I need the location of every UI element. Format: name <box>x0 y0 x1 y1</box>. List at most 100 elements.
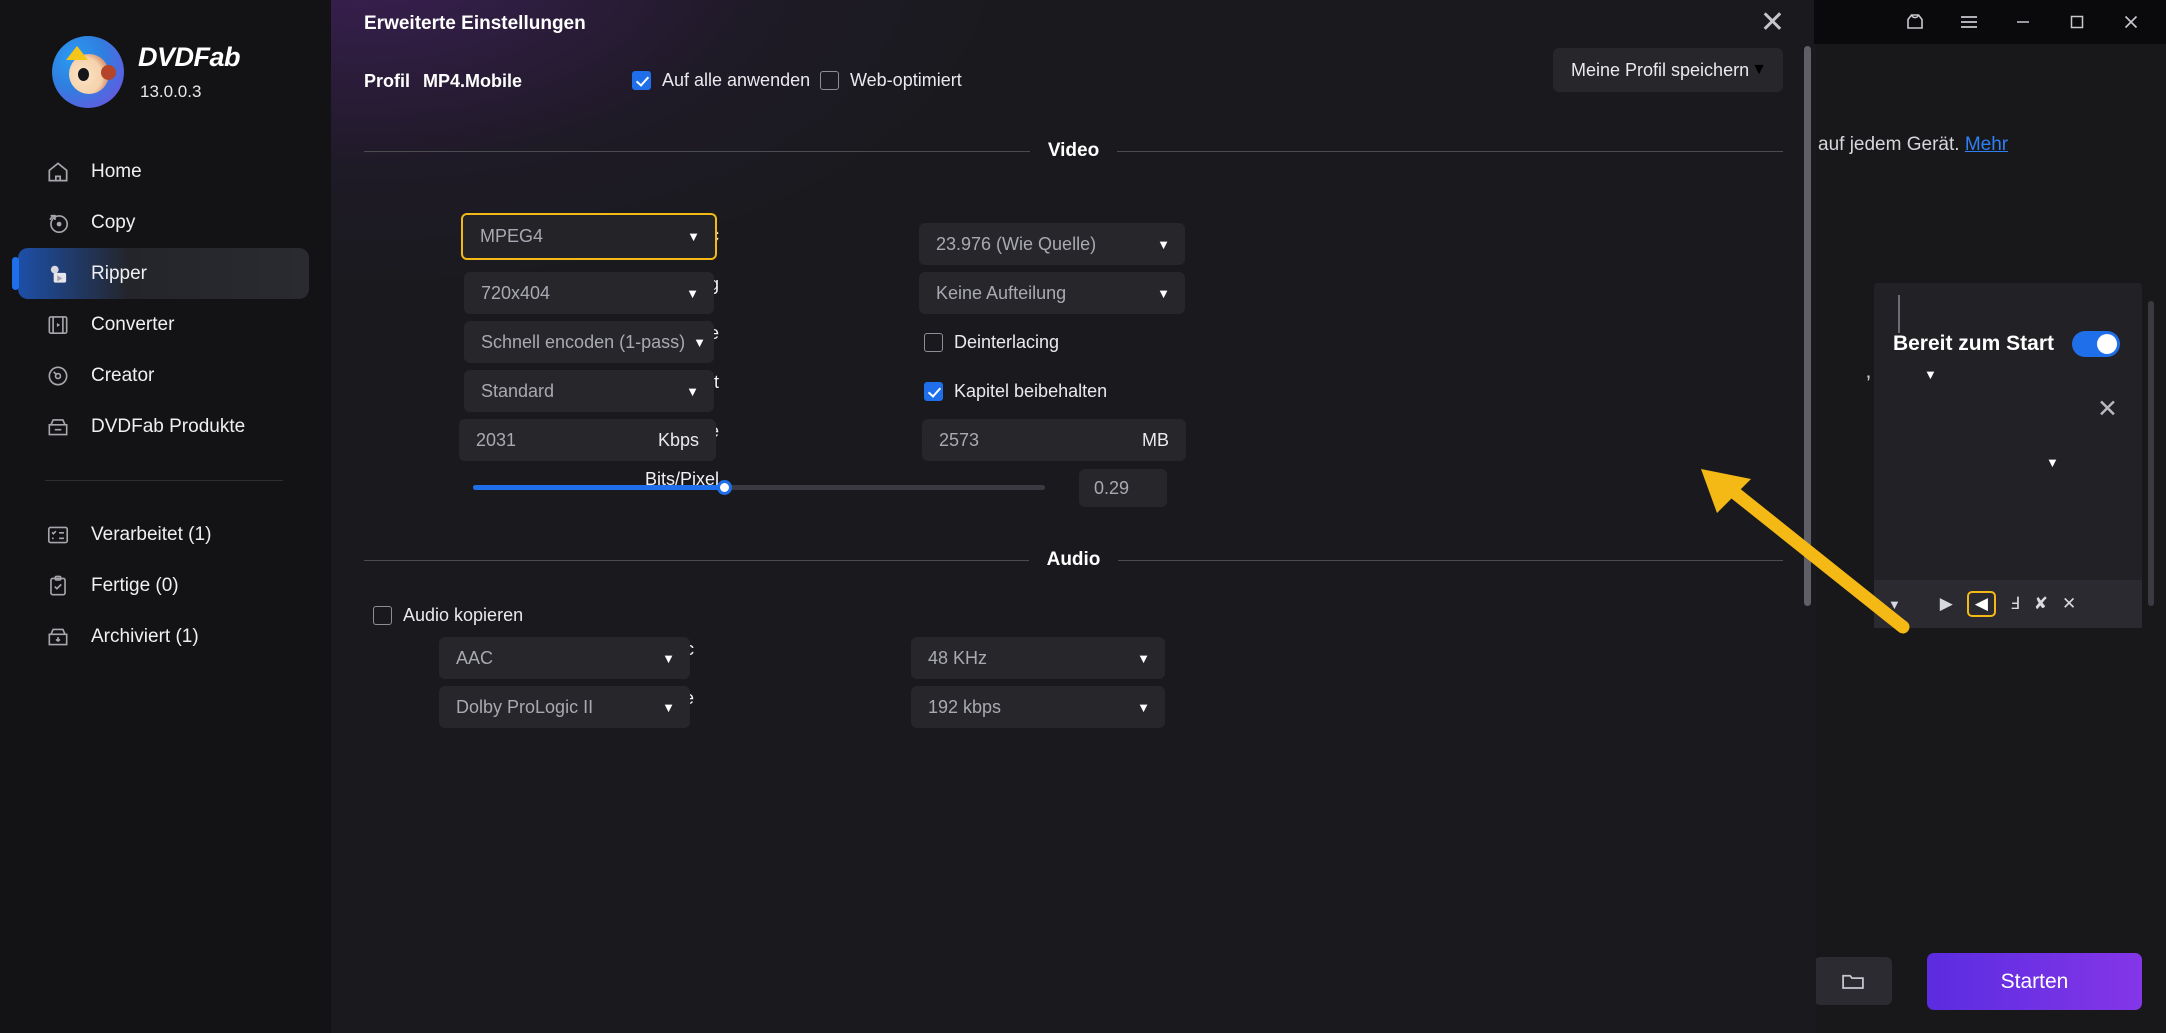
crop-icon[interactable]: ✘ <box>2034 594 2048 614</box>
sidebar-item-fertige[interactable]: Fertige (0) <box>0 560 309 611</box>
chevron-down-icon: ▼ <box>1137 700 1150 715</box>
audio-section-title: Audio <box>1047 549 1101 571</box>
card-toolbar: ▼ ▶ ◀ Ⅎ ✘ ✕ <box>1874 580 2142 628</box>
video-quality-value: Standard <box>481 381 554 402</box>
video-bitrate-input[interactable]: 2031 Kbps <box>459 419 716 461</box>
video-quality-dropdown[interactable]: Standard ▼ <box>464 370 714 412</box>
card-select-caret-1[interactable]: ▼ <box>1924 366 1937 384</box>
apply-to-all-label: Auf alle anwenden <box>662 70 810 91</box>
bits-per-pixel-input[interactable]: 0.29 <box>1079 469 1167 507</box>
video-framerate-dropdown[interactable]: 23.976 (Wie Quelle) ▼ <box>919 223 1185 265</box>
text-cursor-mark <box>1898 295 1900 333</box>
maximize-icon[interactable] <box>2064 9 2090 35</box>
dialog-scrollbar[interactable] <box>1804 46 1811 606</box>
deinterlacing-checkbox[interactable] <box>924 333 943 352</box>
chevron-down-icon: ▼ <box>1157 286 1170 301</box>
audio-codec-dropdown[interactable]: AAC ▼ <box>439 637 690 679</box>
card-remove-icon[interactable]: ✕ <box>2097 394 2118 424</box>
card-select-caret-2[interactable]: ▼ <box>2046 455 2059 470</box>
task-list-icon <box>45 522 71 548</box>
save-profile-button[interactable]: Meine Profil speichern ▼ <box>1553 48 1783 92</box>
toolbar-caret-icon[interactable]: ▼ <box>1888 597 1901 612</box>
sidebar-item-dvdfab-produkte[interactable]: DVDFab Produkte <box>0 401 309 452</box>
video-split-dropdown[interactable]: Keine Aufteilung ▼ <box>919 272 1185 314</box>
audio-samplerate-value: 48 KHz <box>928 648 987 669</box>
web-optimized-checkbox[interactable] <box>820 71 839 90</box>
sidebar-nav: Home Copy Ripper Converter Creator <box>0 146 331 662</box>
disc-copy-icon <box>45 210 71 236</box>
video-framerate-value: 23.976 (Wie Quelle) <box>936 234 1096 255</box>
video-codec-dropdown[interactable]: MPEG4 ▼ <box>461 213 717 260</box>
copy-audio-checkbox[interactable] <box>373 606 392 625</box>
audio-bitrate-dropdown[interactable]: 192 kbps ▼ <box>911 686 1165 728</box>
sidebar-item-copy[interactable]: Copy <box>0 197 309 248</box>
sidebar-item-label: Home <box>91 161 142 183</box>
sidebar-item-verarbeitet[interactable]: Verarbeitet (1) <box>0 509 309 560</box>
app-version: 13.0.0.3 <box>138 82 240 102</box>
close-icon[interactable] <box>2118 9 2144 35</box>
chevron-down-icon: ▼ <box>1751 61 1767 79</box>
deinterlacing-checkbox-row[interactable]: Deinterlacing <box>924 332 1059 353</box>
subtitle-icon[interactable]: Ⅎ <box>2010 594 2020 614</box>
keep-chapters-checkbox-row[interactable]: Kapitel beibehalten <box>924 381 1107 402</box>
remove-icon[interactable]: ✕ <box>2062 594 2076 614</box>
output-size-unit: MB <box>1142 430 1169 451</box>
apply-to-all-checkbox[interactable] <box>632 71 651 90</box>
disc-icon <box>45 363 71 389</box>
video-resolution-dropdown[interactable]: 720x404 ▼ <box>464 272 714 314</box>
video-section-title: Video <box>1048 140 1099 162</box>
promo-text-line: auf jedem Gerät. Mehr <box>1814 134 2166 156</box>
chevron-down-icon: ▼ <box>662 651 675 666</box>
promo-more-link[interactable]: Mehr <box>1965 134 2008 155</box>
ready-toggle[interactable] <box>2072 331 2120 357</box>
dialog-close-icon[interactable]: ✕ <box>1760 8 1785 38</box>
clipboard-check-icon <box>45 573 71 599</box>
audio-icon[interactable]: ◀ <box>1967 591 1996 617</box>
copy-audio-checkbox-row[interactable]: Audio kopieren <box>373 605 523 626</box>
sidebar-item-ripper[interactable]: Ripper <box>18 248 309 299</box>
audio-channels-dropdown[interactable]: Dolby ProLogic II ▼ <box>439 686 690 728</box>
apply-to-all-checkbox-row[interactable]: Auf alle anwenden <box>632 70 810 91</box>
ready-label: Bereit zum Start <box>1893 332 2054 356</box>
sidebar-item-archiviert[interactable]: Archiviert (1) <box>0 611 309 662</box>
video-encoding-method-value: Schnell encoden (1-pass) <box>481 332 685 353</box>
bits-per-pixel-slider[interactable] <box>473 485 1045 490</box>
profile-value: MP4.Mobile <box>423 71 522 91</box>
output-folder-button[interactable] <box>1814 957 1892 1005</box>
video-bitrate-value: 2031 <box>476 430 516 451</box>
dialog-title: Erweiterte Einstellungen <box>364 13 586 35</box>
sidebar-item-label: Verarbeitet (1) <box>91 524 211 546</box>
menu-icon[interactable] <box>1956 9 1982 35</box>
profile-label-block: ProfilMP4.Mobile <box>364 71 522 92</box>
sidebar-item-home[interactable]: Home <box>0 146 309 197</box>
video-encoding-method-dropdown[interactable]: Schnell encoden (1-pass) ▼ <box>464 321 714 363</box>
sidebar-item-converter[interactable]: Converter <box>0 299 309 350</box>
output-size-value: 2573 <box>939 430 979 451</box>
bits-per-pixel-slider-knob[interactable] <box>717 480 732 495</box>
chevron-down-icon: ▼ <box>1137 651 1150 666</box>
chevron-down-icon: ▼ <box>686 384 699 399</box>
web-optimized-label: Web-optimiert <box>850 70 962 91</box>
play-icon[interactable]: ▶ <box>1940 594 1953 614</box>
advanced-settings-dialog: Erweiterte Einstellungen ✕ ProfilMP4.Mob… <box>331 0 1816 1033</box>
bottom-action-bar: Starten <box>1814 925 2166 1033</box>
sidebar-item-label: Converter <box>91 314 174 336</box>
chevron-down-icon: ▼ <box>693 335 706 350</box>
card-scrollbar[interactable] <box>2148 301 2154 606</box>
copy-audio-label: Audio kopieren <box>403 605 523 626</box>
web-optimized-checkbox-row[interactable]: Web-optimiert <box>820 70 962 91</box>
sidebar-item-label: Copy <box>91 212 135 234</box>
keep-chapters-checkbox[interactable] <box>924 382 943 401</box>
save-profile-label: Meine Profil speichern <box>1571 60 1749 81</box>
ripper-icon <box>45 261 71 287</box>
output-size-input[interactable]: 2573 MB <box>922 419 1186 461</box>
video-codec-value: MPEG4 <box>480 226 543 247</box>
shirt-icon[interactable] <box>1902 9 1928 35</box>
audio-samplerate-dropdown[interactable]: 48 KHz ▼ <box>911 637 1165 679</box>
audio-section-header: Audio <box>364 549 1783 571</box>
sidebar-item-creator[interactable]: Creator <box>0 350 309 401</box>
bits-per-pixel-value: 0.29 <box>1094 478 1129 499</box>
window-titlebar <box>1814 0 2166 44</box>
start-button[interactable]: Starten <box>1927 953 2142 1010</box>
minimize-icon[interactable] <box>2010 9 2036 35</box>
